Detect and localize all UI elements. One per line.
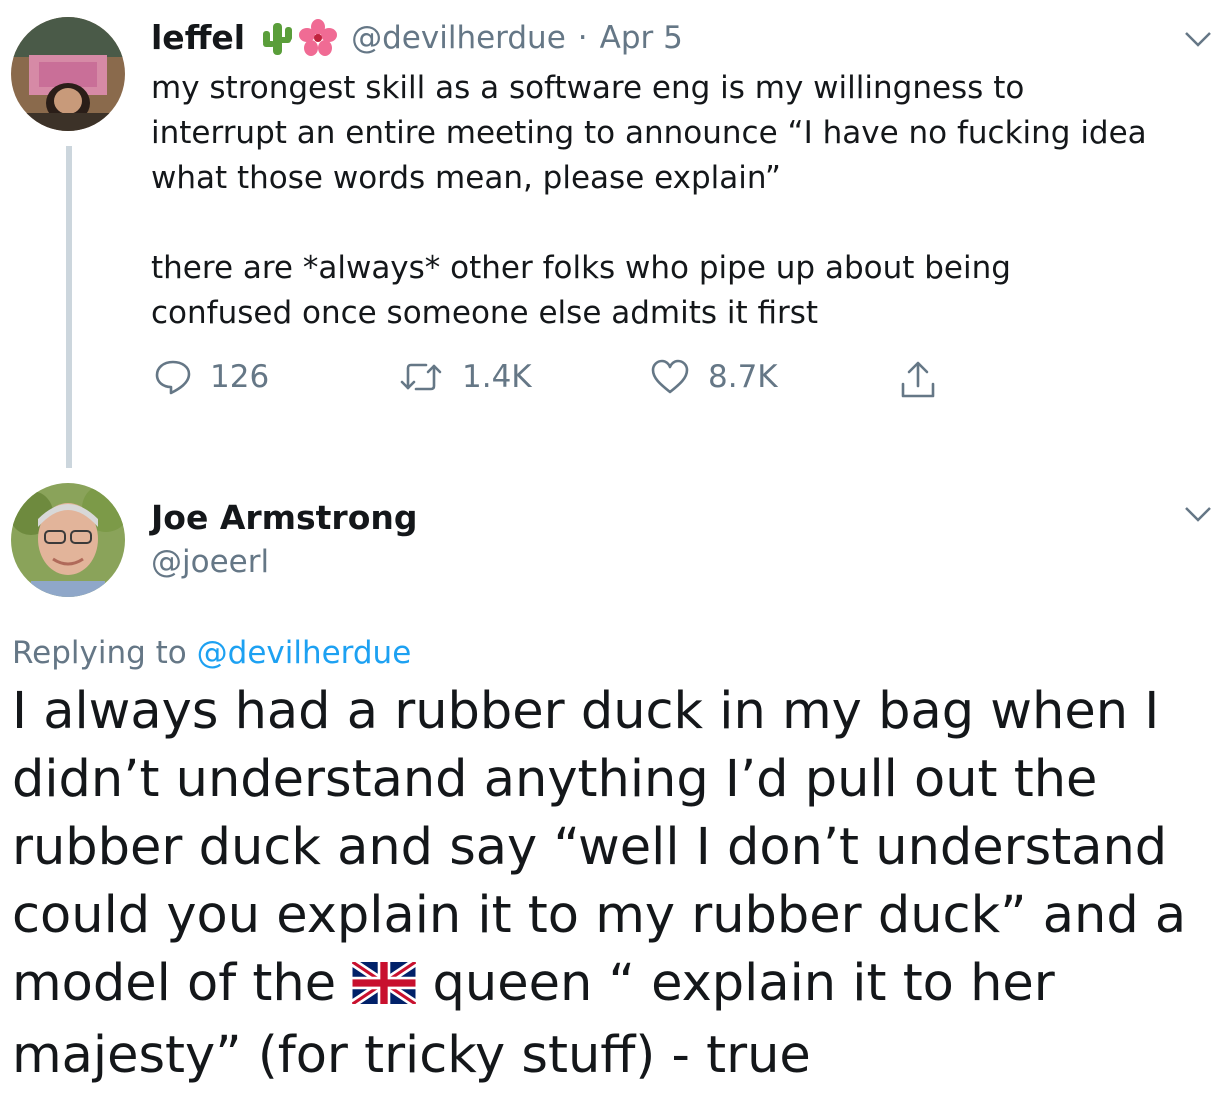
author-handle[interactable]: @joeerl	[151, 544, 269, 580]
avatar-image	[11, 17, 125, 131]
tweet1-text-para2: there are *always* other folks who pipe …	[151, 250, 1011, 331]
retweet-count: 1.4K	[462, 359, 532, 395]
like-action[interactable]: 8.7K	[650, 358, 778, 396]
author-name[interactable]: Joe Armstrong	[151, 498, 418, 537]
hibiscus-icon	[299, 18, 338, 57]
replying-to: Replying to @devilherdue	[12, 635, 411, 671]
avatar-joe-armstrong[interactable]	[11, 483, 125, 597]
reply-count: 126	[210, 359, 270, 395]
separator-dot: ·	[577, 19, 588, 56]
chevron-down-icon[interactable]	[1183, 30, 1213, 52]
replying-prefix: Replying to	[12, 635, 187, 671]
retweet-action[interactable]: 1.4K	[398, 358, 532, 396]
tweet2-text: I always had a rubber duck in my bag whe…	[12, 678, 1222, 1090]
chevron-down-icon[interactable]	[1183, 505, 1213, 527]
tweet1-header: leffel @devilherdue · Apr 5	[151, 18, 683, 57]
avatar-image	[11, 483, 125, 597]
avatar-leffel[interactable]	[11, 17, 125, 131]
heart-icon	[651, 359, 689, 394]
uk-flag-icon	[350, 954, 419, 1022]
reply-icon	[155, 360, 191, 395]
retweet-icon	[400, 363, 442, 391]
cactus-icon	[259, 19, 295, 57]
share-icon[interactable]	[898, 360, 938, 404]
replying-handle-link[interactable]: @devilherdue	[197, 635, 412, 671]
tweet1-text-para1: my strongest skill as a software eng is …	[151, 70, 1147, 196]
like-count: 8.7K	[708, 359, 778, 395]
reply-action[interactable]: 126	[154, 358, 269, 396]
thread-connector	[66, 146, 72, 468]
author-name[interactable]: leffel	[151, 18, 245, 57]
tweet-date[interactable]: Apr 5	[600, 20, 683, 56]
author-handle[interactable]: @devilherdue	[351, 20, 566, 56]
